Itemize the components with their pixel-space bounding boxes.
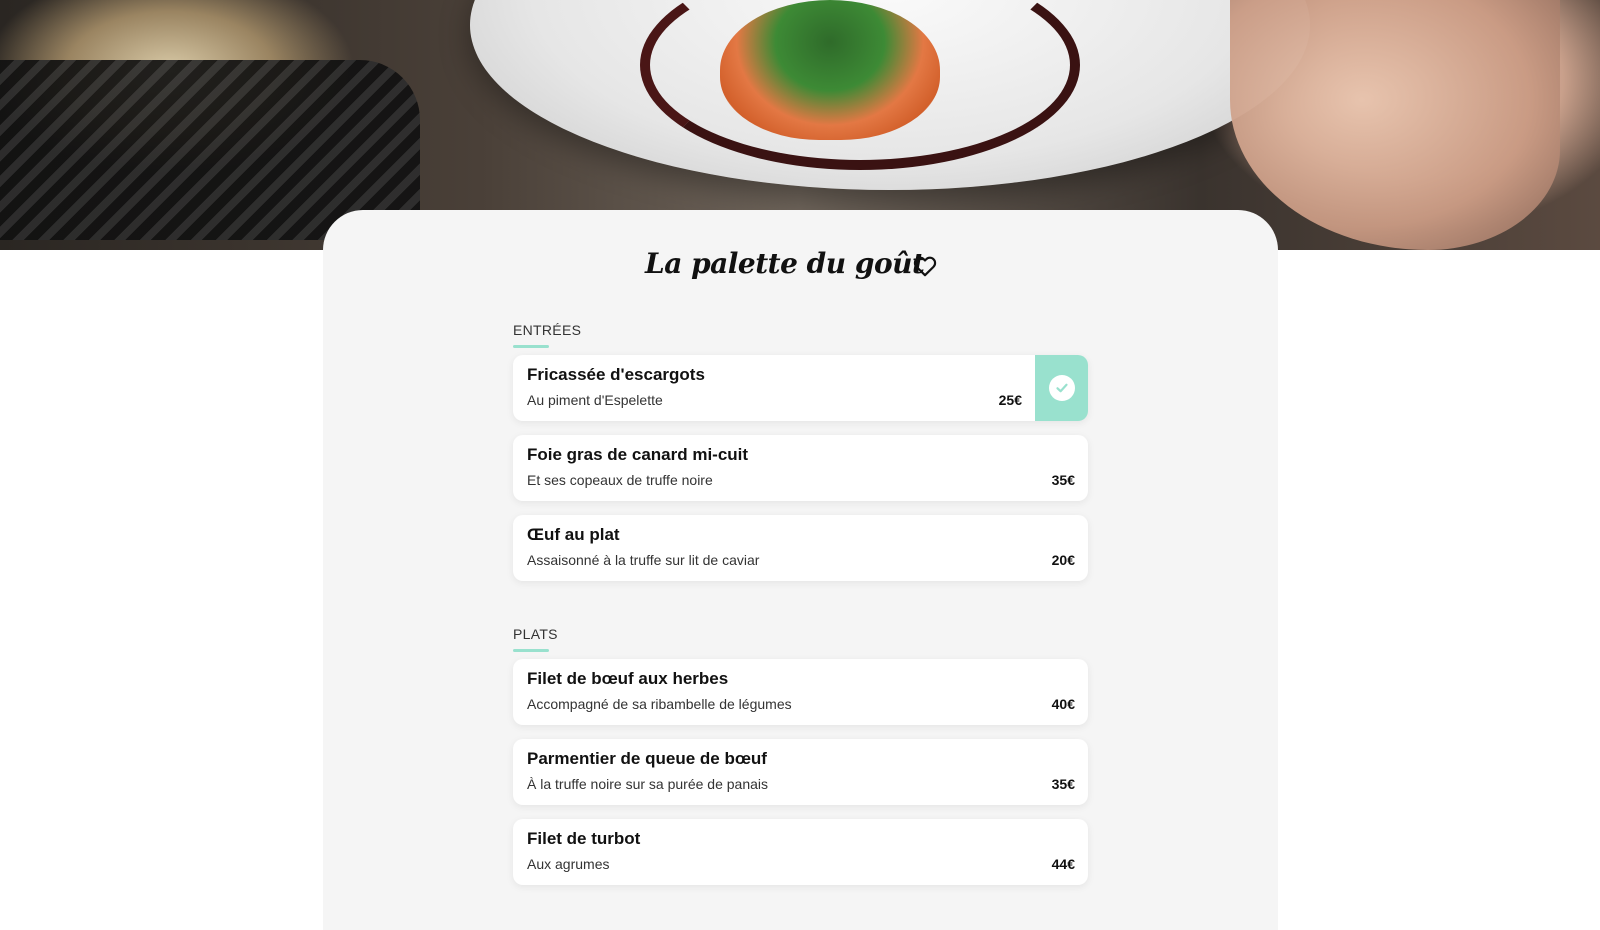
menu-item-description: Et ses copeaux de truffe noire xyxy=(527,472,713,488)
heart-icon xyxy=(913,256,937,277)
menu-item-description: Assaisonné à la truffe sur lit de caviar xyxy=(527,552,760,568)
menu-item-price: 20€ xyxy=(1051,552,1075,568)
menu-item-name: Parmentier de queue de bœuf xyxy=(527,749,767,768)
menu-item[interactable]: Foie gras de canard mi-cuit Et ses copea… xyxy=(513,435,1088,501)
restaurant-title: La palette du goût xyxy=(645,247,925,280)
header: La palette du goût xyxy=(323,247,1278,297)
menu-item[interactable]: Filet de bœuf aux herbes Accompagné de s… xyxy=(513,659,1088,725)
hand-image xyxy=(1230,0,1560,250)
menu-item-price: 44€ xyxy=(1051,856,1075,872)
menu-item-name: Filet de turbot xyxy=(527,829,641,848)
section-plats: PLATS Filet de bœuf aux herbes Accompagn… xyxy=(513,623,1088,885)
menu-item-price: 35€ xyxy=(1051,776,1075,792)
menu-item[interactable]: Filet de turbot Aux agrumes 44€ xyxy=(513,819,1088,885)
check-circle xyxy=(1048,375,1075,401)
menu-item[interactable]: Parmentier de queue de bœuf À la truffe … xyxy=(513,739,1088,805)
menu-item-name: Fricassée d'escargots xyxy=(527,365,705,384)
menu-item[interactable]: Fricassée d'escargots Au piment d'Espele… xyxy=(513,355,1088,421)
section-entrees: ENTRÉES Fricassée d'escargots Au piment … xyxy=(513,319,1088,581)
menu-item-description: Accompagné de sa ribambelle de légumes xyxy=(527,696,792,712)
check-icon xyxy=(1055,383,1068,393)
menu-item-price: 35€ xyxy=(1051,472,1075,488)
menu-item-name: Filet de bœuf aux herbes xyxy=(527,669,729,688)
section-title: PLATS xyxy=(513,623,1088,652)
selected-indicator[interactable] xyxy=(1035,355,1088,421)
section-title: ENTRÉES xyxy=(513,319,1088,348)
menu-item[interactable]: Œuf au plat Assaisonné à la truffe sur l… xyxy=(513,515,1088,581)
menu-item-name: Foie gras de canard mi-cuit xyxy=(527,445,749,464)
menu-item-price: 40€ xyxy=(1051,696,1075,712)
menu-item-price: 25€ xyxy=(998,392,1022,408)
dish-image xyxy=(720,0,940,140)
menu-card: La palette du goût ENTRÉES Fricassée d'e… xyxy=(323,210,1278,930)
menu-item-description: À la truffe noire sur sa purée de panais xyxy=(527,776,769,792)
menu-item-description: Au piment d'Espelette xyxy=(527,392,663,408)
favorite-button[interactable] xyxy=(912,253,938,279)
menu-item-name: Œuf au plat xyxy=(527,525,620,544)
menu-item-description: Aux agrumes xyxy=(527,856,610,872)
